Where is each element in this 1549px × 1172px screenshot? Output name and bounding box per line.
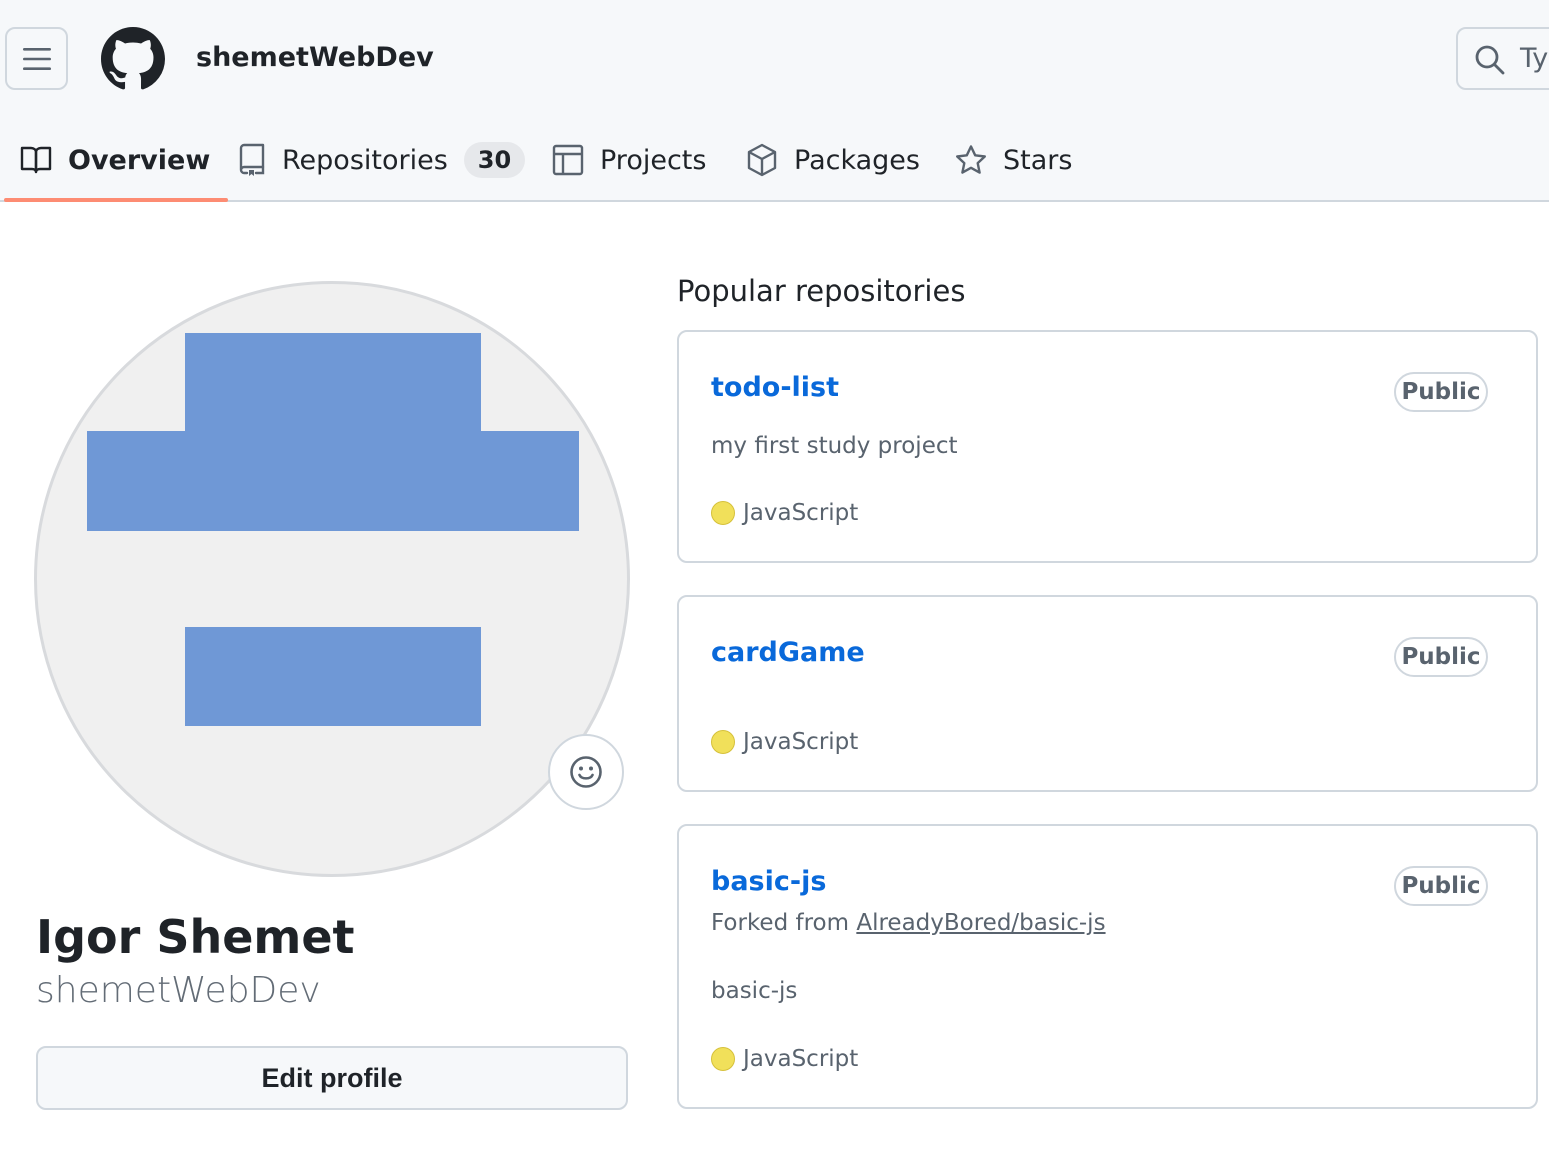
tab-repositories-label: Repositories [282,144,448,176]
language-color-dot [711,501,735,525]
popular-repositories-title: Popular repositories [677,274,966,308]
repo-language: JavaScript [711,1046,858,1072]
visibility-badge: Public [1394,637,1488,677]
edit-profile-button[interactable]: Edit profile [36,1046,628,1110]
repo-card: basic-js Public Forked from AlreadyBored… [677,824,1538,1109]
fork-source-link[interactable]: AlreadyBored/basic-js [856,910,1105,936]
tab-packages[interactable]: Packages [746,120,920,200]
hamburger-icon [22,47,51,70]
profile-name: Igor Shemet [36,910,355,964]
profile-tabs: Overview Repositories 30 Projects Packag… [0,120,1549,202]
book-icon [20,146,52,174]
set-status-button[interactable] [548,734,624,810]
language-color-dot [711,1047,735,1071]
repo-description: my first study project [711,433,958,459]
tab-stars[interactable]: Stars [955,120,1072,200]
repo-card: cardGame Public JavaScript [677,595,1538,792]
language-label: JavaScript [743,729,859,755]
repo-icon [239,143,265,176]
fork-note: Forked from AlreadyBored/basic-js [711,910,1106,936]
search-placeholder: Ty [1520,43,1549,74]
table-icon [552,144,584,176]
repositories-count-badge: 30 [463,142,526,178]
owner-login[interactable]: shemetWebDev [196,42,434,73]
visibility-badge: Public [1394,866,1488,906]
tab-projects-label: Projects [600,144,707,176]
menu-button[interactable] [5,27,68,90]
language-label: JavaScript [743,500,859,526]
tab-overview[interactable]: Overview [3,120,229,202]
tab-repositories[interactable]: Repositories 30 [238,120,526,200]
fork-prefix: Forked from [711,910,850,936]
star-icon [956,145,986,174]
github-logo-icon[interactable] [101,27,165,91]
global-header: shemetWebDev Ty Overview Repositories 30 [0,0,1549,202]
smiley-icon [570,756,602,788]
profile-login: shemetWebDev [36,970,321,1011]
repo-language: JavaScript [711,500,858,526]
tab-stars-label: Stars [1003,144,1073,176]
repo-description: basic-js [711,978,798,1004]
language-color-dot [711,730,735,754]
repo-name-link[interactable]: cardGame [711,637,865,668]
repo-card: todo-list Public my first study project … [677,330,1538,563]
avatar-container [34,281,630,877]
repo-name-link[interactable]: todo-list [711,372,839,403]
search-icon [1475,45,1505,75]
repo-language: JavaScript [711,729,858,755]
repo-name-link[interactable]: basic-js [711,866,826,897]
search-input[interactable]: Ty [1456,27,1549,90]
tab-projects[interactable]: Projects [552,120,706,200]
tab-packages-label: Packages [794,144,920,176]
avatar[interactable] [34,281,630,877]
language-label: JavaScript [743,1046,859,1072]
visibility-badge: Public [1394,372,1488,412]
tab-overview-label: Overview [68,144,211,176]
package-icon [747,143,777,177]
